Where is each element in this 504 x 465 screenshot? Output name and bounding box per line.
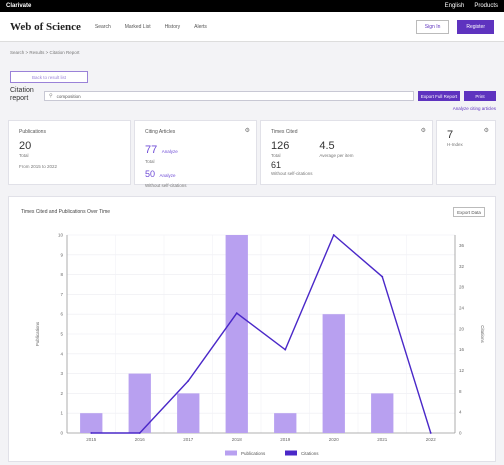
y-left-tick-label: 6 xyxy=(60,312,63,317)
x-tick-label: 2016 xyxy=(135,437,146,442)
x-tick-label: 2020 xyxy=(329,437,340,442)
y-left-tick-label: 1 xyxy=(60,411,63,416)
y-left-tick-label: 5 xyxy=(60,332,63,337)
y-right-tick-label: 36 xyxy=(459,243,465,248)
citing-without-self[interactable]: 50 xyxy=(145,169,155,179)
search-query-field[interactable]: ⚲ composition xyxy=(44,91,414,101)
language-link[interactable]: English xyxy=(445,3,465,9)
y-right-tick-label: 28 xyxy=(459,285,465,290)
times-cited-without-self: 61 xyxy=(271,160,282,170)
h-index-card: ⚙ 7 H-Index xyxy=(436,120,496,185)
breadcrumb[interactable]: Search > Results > Citation Report xyxy=(10,50,80,55)
citations-point-2019 xyxy=(284,348,287,351)
y-right-tick-label: 32 xyxy=(459,264,465,269)
y-left-tick-label: 7 xyxy=(60,292,63,297)
y-left-tick-label: 2 xyxy=(60,391,63,396)
publications-total-label: Total xyxy=(19,153,29,158)
nav-search[interactable]: Search xyxy=(95,24,111,30)
info-icon[interactable]: ⚙ xyxy=(484,127,489,134)
navbar: Web of Science Search Marked List Histor… xyxy=(0,12,504,42)
logo[interactable]: Web of Science xyxy=(10,21,81,33)
products-link[interactable]: Products xyxy=(474,3,498,9)
bar-2018 xyxy=(225,235,248,433)
brand-label: Clarivate xyxy=(6,3,32,9)
bar-2021 xyxy=(371,393,394,433)
citing-without-self-label: Without self-citations xyxy=(145,183,187,188)
y-right-axis-title: Citations xyxy=(480,325,485,343)
chart-panel: Times Cited and Publications Over Time E… xyxy=(8,196,496,462)
y-left-tick-label: 4 xyxy=(60,351,63,356)
legend-swatch-citations xyxy=(285,450,297,456)
h-index-value: 7 xyxy=(447,129,454,141)
y-left-tick-label: 10 xyxy=(58,233,64,238)
times-cited-total-label: Total xyxy=(271,153,281,158)
legend-label-publications: Publications xyxy=(241,451,266,456)
y-left-tick-label: 0 xyxy=(60,431,63,436)
sign-in-button[interactable]: Sign In xyxy=(415,19,450,34)
nav-marked-list[interactable]: Marked List xyxy=(125,24,151,30)
card-title: Times Cited xyxy=(271,129,298,135)
publications-count: 20 xyxy=(19,140,32,152)
citations-point-2016 xyxy=(138,432,141,434)
search-icon: ⚲ xyxy=(49,93,53,99)
register-button[interactable]: Register xyxy=(457,19,494,34)
legend-swatch-publications xyxy=(225,450,237,456)
page-title: Citation report xyxy=(10,87,34,102)
card-title: Publications xyxy=(19,129,46,135)
bar-2017 xyxy=(177,393,200,433)
print-button[interactable]: Print xyxy=(464,91,496,101)
nav-history[interactable]: History xyxy=(165,24,181,30)
y-right-tick-label: 24 xyxy=(459,305,465,310)
publications-range: From 2015 to 2022 xyxy=(19,164,58,169)
citations-point-2017 xyxy=(187,379,190,382)
x-tick-label: 2015 xyxy=(86,437,97,442)
x-tick-label: 2017 xyxy=(183,437,194,442)
citations-point-2022 xyxy=(429,432,432,434)
y-right-tick-label: 8 xyxy=(459,389,462,394)
search-query-text: composition xyxy=(56,93,81,99)
citations-point-2021 xyxy=(381,275,384,278)
citing-articles-card: Citing Articles ⚙ 77 Analyze Total 50 An… xyxy=(134,120,257,188)
times-cited-chart: 01234567891004812162024283236Publication… xyxy=(35,233,485,457)
citing-total[interactable]: 77 xyxy=(145,144,157,156)
nav-alerts[interactable]: Alerts xyxy=(194,24,207,30)
bar-2019 xyxy=(274,413,297,433)
citations-point-2015 xyxy=(90,432,93,434)
y-right-tick-label: 4 xyxy=(459,410,462,415)
times-cited-total: 126 xyxy=(271,140,290,152)
y-right-tick-label: 12 xyxy=(459,368,465,373)
legend-label-citations: Citations xyxy=(301,451,319,456)
y-left-axis-title: Publications xyxy=(35,321,40,346)
export-report-button[interactable]: Export Full Report xyxy=(418,91,460,101)
y-left-tick-label: 8 xyxy=(60,272,63,277)
bar-2020 xyxy=(322,314,345,433)
card-title: Citing Articles xyxy=(145,129,176,135)
y-left-tick-label: 9 xyxy=(60,252,63,257)
analyze-citing-without-self-link[interactable]: Analyze xyxy=(159,173,175,178)
top-bar: Clarivate English Products xyxy=(0,0,504,12)
back-to-results-button[interactable]: Back to result list xyxy=(10,71,88,83)
h-index-label: H-Index xyxy=(447,142,463,147)
info-icon[interactable]: ⚙ xyxy=(245,127,250,134)
average-per-item-label: Average per item xyxy=(319,153,354,158)
citations-point-2018 xyxy=(235,312,238,315)
analyze-citing-link[interactable]: Analyze citing articles xyxy=(453,106,496,111)
analyze-citing-total-link[interactable]: Analyze xyxy=(162,149,178,154)
x-tick-label: 2018 xyxy=(232,437,243,442)
x-tick-label: 2019 xyxy=(280,437,291,442)
average-per-item: 4.5 xyxy=(319,140,335,152)
x-tick-label: 2021 xyxy=(377,437,388,442)
citations-point-2020 xyxy=(332,234,335,236)
x-tick-label: 2022 xyxy=(426,437,437,442)
times-cited-card: Times Cited ⚙ 126 Total 4.5 Average per … xyxy=(260,120,433,185)
y-left-tick-label: 3 xyxy=(60,371,63,376)
times-cited-without-self-label: Without self-citations xyxy=(271,171,313,176)
publications-card: Publications 20 Total From 2015 to 2022 xyxy=(8,120,131,185)
info-icon[interactable]: ⚙ xyxy=(421,127,426,134)
y-right-tick-label: 0 xyxy=(459,431,462,436)
y-right-tick-label: 20 xyxy=(459,326,465,331)
y-right-tick-label: 16 xyxy=(459,347,465,352)
bar-2015 xyxy=(80,413,103,433)
